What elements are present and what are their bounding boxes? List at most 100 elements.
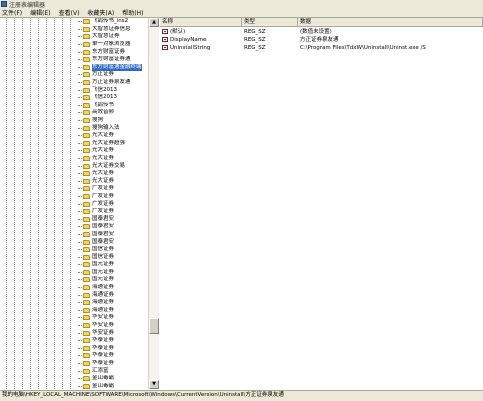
scroll-down-button[interactable]: ▼ <box>149 380 159 389</box>
tree-item[interactable]: 国信证券 <box>78 246 148 254</box>
header-type[interactable]: 类型 <box>242 18 298 26</box>
tree-item[interactable]: 方正证券 <box>78 71 148 79</box>
tree-item[interactable]: 华泰证券 <box>78 352 148 360</box>
value-name: DisplayName <box>170 37 207 43</box>
tree-item[interactable]: 飞信2013 <box>78 94 148 102</box>
scroll-up-button[interactable]: ▲ <box>149 18 159 27</box>
tree-item[interactable]: 华安证券 <box>78 314 148 322</box>
value-row[interactable]: DisplayName REG_SZ 方正证券泉友通 <box>160 36 483 44</box>
tree-item[interactable]: 海通证券 <box>78 299 148 307</box>
tree-item[interactable]: 广发证券 <box>78 193 148 201</box>
menu-file[interactable]: 文件(F) <box>0 8 28 17</box>
tree-item-label: 华泰证券 <box>92 360 115 367</box>
tree-scrollbar[interactable]: ▲ ▼ <box>148 18 159 389</box>
tree-item-label: 广发证券 <box>92 192 115 199</box>
tree-item[interactable]: 东方财富证券 <box>78 48 148 56</box>
tree-item[interactable]: 华泰证券 <box>78 360 148 368</box>
tree-item-label: 广发证券 <box>92 208 115 215</box>
tree-item-label: 高效音频 <box>92 109 115 116</box>
scrollbar-thumb[interactable] <box>149 318 159 334</box>
tree-item[interactable]: 金山毒霸 <box>78 375 148 383</box>
tree-item[interactable]: 金山毒霸 <box>78 383 148 390</box>
tree-item[interactable]: 华安证券 <box>78 322 148 330</box>
tree-connector <box>78 378 82 380</box>
values-pane[interactable]: 名称 类型 数据 (默认) REG_SZ (数值未设置) DisplayName… <box>160 18 483 389</box>
folder-icon <box>83 292 90 298</box>
folder-icon <box>83 323 90 329</box>
folder-icon <box>83 163 90 169</box>
tree-item[interactable]: 广发证券 <box>78 185 148 193</box>
tree-connector <box>78 59 82 61</box>
tree-item[interactable]: 国泰君安 <box>78 231 148 239</box>
tree-item[interactable]: 东方财富通金融终端 <box>78 63 148 72</box>
tree-item[interactable]: 国泰君安 <box>78 223 148 231</box>
folder-icon <box>83 57 90 63</box>
tree-item-label: 国泰君安 <box>92 223 115 230</box>
tree-item[interactable]: 华泰证券 <box>78 337 148 345</box>
tree-item[interactable]: 光大证券 <box>78 177 148 185</box>
menu-view[interactable]: 查看(V) <box>57 8 86 17</box>
tree-connector <box>78 226 82 228</box>
header-name[interactable]: 名称 <box>160 18 242 26</box>
tree-item[interactable]: 方正证券泉友通 <box>78 79 148 87</box>
tree-connector <box>78 165 82 167</box>
tree-item[interactable]: 国信证券 <box>78 253 148 261</box>
tree-connector <box>78 104 82 106</box>
tree-item[interactable]: 搜狗 <box>78 117 148 125</box>
tree-item[interactable]: 汇添富 <box>78 367 148 375</box>
value-row[interactable]: (默认) REG_SZ (数值未设置) <box>160 28 483 36</box>
folder-icon <box>83 148 90 154</box>
tree-item[interactable]: 国元证券 <box>78 269 148 277</box>
tree-item[interactable]: 海通证券 <box>78 291 148 299</box>
tree-item[interactable]: 搜狗输入法 <box>78 124 148 132</box>
tree-item[interactable]: 飞鸽传书 <box>78 102 148 110</box>
tree-item[interactable]: 广发证券 <box>78 208 148 216</box>
tree-item[interactable]: 光大证券超强 <box>78 140 148 148</box>
tree-item[interactable]: 光大证券交易 <box>78 162 148 170</box>
tree-item[interactable]: 光大证券 <box>78 132 148 140</box>
tree-item-label: 海通证券 <box>92 306 115 313</box>
tree-item[interactable]: 光大证券 <box>78 147 148 155</box>
value-type: REG_SZ <box>244 29 266 35</box>
tree-connector <box>78 233 82 235</box>
folder-icon <box>83 247 90 253</box>
tree-item[interactable]: 国泰君安 <box>78 215 148 223</box>
tree-item[interactable]: 国泰君安 <box>78 238 148 246</box>
tree-item[interactable]: 大智慧证券信息 <box>78 26 148 34</box>
tree-item[interactable]: 光大证券 <box>78 170 148 178</box>
tree-item[interactable]: 大智慧证券 <box>78 33 148 41</box>
registry-tree-pane[interactable]: 飞鸽传书_ins2 大智慧证券信息 大智慧证券 单一对象浏览器 东方财富证券 东方财富证券… <box>0 18 159 389</box>
value-row[interactable]: UninstallString REG_SZ C:\Program Files\… <box>160 44 483 52</box>
tree-item[interactable]: 华安证券 <box>78 329 148 337</box>
tree-item-label: 华泰证券 <box>92 344 115 351</box>
header-data[interactable]: 数据 <box>298 18 483 26</box>
menu-edit[interactable]: 编辑(E) <box>28 8 56 17</box>
folder-icon <box>83 277 90 283</box>
tree-item[interactable]: 光大证券 <box>78 155 148 163</box>
tree-item-label: 方正证券 <box>92 71 115 78</box>
menu-favorites[interactable]: 收藏夹(A) <box>85 8 120 17</box>
tree-item[interactable]: 华泰证券 <box>78 345 148 353</box>
tree-item-label: 飞鸽传书_ins2 <box>92 18 129 25</box>
tree-item[interactable]: 东方财富证券通 <box>78 56 148 64</box>
menu-help[interactable]: 帮助(H) <box>120 8 149 17</box>
tree-item[interactable]: 国元证券 <box>78 276 148 284</box>
folder-icon <box>83 95 90 101</box>
tree-connector <box>78 89 82 91</box>
value-type: REG_SZ <box>244 45 266 51</box>
tree-item[interactable]: 广发证券 <box>78 200 148 208</box>
tree-item[interactable]: 高效音频 <box>78 109 148 117</box>
tree-item[interactable]: 飞鸽传书_ins2 <box>78 18 148 26</box>
tree-item[interactable]: 飞信2013 <box>78 86 148 94</box>
tree-item[interactable]: 海通证券 <box>78 307 148 315</box>
tree-item-label: 飞信2013 <box>92 86 117 93</box>
value-type: REG_SZ <box>244 37 266 43</box>
tree-connector <box>78 249 82 251</box>
tree-item-label: 光大证券 <box>92 147 115 154</box>
tree-item[interactable]: 海通证券 <box>78 284 148 292</box>
tree-connector <box>78 120 82 122</box>
tree-item[interactable]: 单一对象浏览器 <box>78 41 148 49</box>
folder-icon <box>83 133 90 139</box>
tree-item[interactable]: 国元证券 <box>78 261 148 269</box>
tree-connector <box>78 112 82 114</box>
